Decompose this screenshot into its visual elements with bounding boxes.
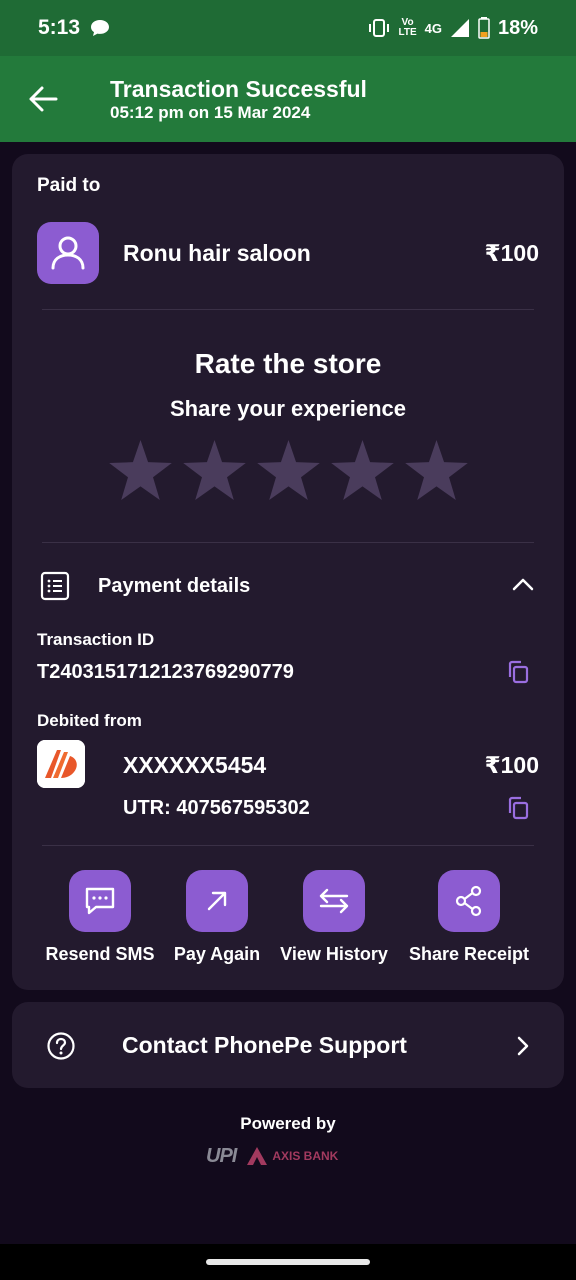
powered-by-label: Powered by — [240, 1114, 336, 1133]
home-gesture-bar[interactable] — [206, 1259, 370, 1265]
debited-from-label: Debited from — [37, 711, 142, 730]
arrow-up-right-icon — [207, 891, 227, 911]
volte-indicator: Vo LTE — [398, 18, 416, 38]
battery-icon — [478, 17, 490, 39]
volte-bottom: LTE — [398, 27, 417, 38]
rate-title: Rate the store — [194, 348, 382, 379]
bank-logo — [37, 740, 85, 788]
vibrate-icon — [369, 19, 390, 37]
divider — [42, 542, 534, 543]
star-2-icon[interactable] — [183, 440, 246, 500]
view-history-label: View History — [280, 944, 388, 964]
status-bar: 5:13 Vo LTE 4G 18% — [0, 0, 576, 56]
bank-of-baroda-logo — [37, 740, 85, 788]
contact-support-button[interactable]: Contact PhonePe Support — [12, 1002, 564, 1088]
paid-amount: ₹100 — [484, 240, 539, 266]
axis-bank-logo: AXIS BANK — [246, 1146, 338, 1166]
chevron-right-icon — [517, 1036, 529, 1056]
axis-bank-icon — [247, 1147, 268, 1165]
transaction-timestamp: 05:12 pm on 15 Mar 2024 — [110, 103, 311, 122]
view-history-button[interactable]: View History — [269, 870, 399, 965]
pay-again-icon-box[interactable] — [186, 870, 248, 932]
chat-icon — [91, 20, 110, 36]
share-receipt-icon-box[interactable] — [438, 870, 500, 932]
axis-bank-label: AXIS BANK — [272, 1149, 339, 1163]
transaction-card: Paid to Ronu hair saloon ₹100 Rate the s… — [12, 154, 564, 990]
merchant-name: Ronu hair saloon — [123, 240, 311, 266]
page-title: Transaction Successful — [110, 76, 367, 102]
share-receipt-button[interactable]: Share Receipt — [404, 870, 534, 965]
signal-icon — [450, 19, 469, 37]
rate-subtitle: Share your experience — [169, 396, 406, 421]
resend-sms-button[interactable]: Resend SMS — [35, 870, 165, 965]
star-4-icon[interactable] — [331, 440, 394, 500]
view-history-icon-box[interactable] — [303, 870, 365, 932]
copy-icon[interactable] — [507, 796, 529, 820]
payment-details-title[interactable]: Payment details — [98, 575, 250, 598]
status-right: Vo LTE 4G 18% — [368, 17, 538, 40]
divider — [42, 845, 534, 846]
message-icon — [85, 887, 115, 915]
pay-again-button[interactable]: Pay Again — [152, 870, 282, 965]
merchant-avatar — [37, 222, 99, 284]
share-receipt-label: Share Receipt — [408, 944, 530, 964]
debited-amount: ₹100 — [484, 752, 539, 778]
swap-arrows-icon — [319, 888, 349, 914]
copy-icon[interactable] — [507, 660, 529, 684]
system-nav-bar — [0, 1244, 576, 1280]
pay-again-label: Pay Again — [173, 944, 261, 964]
resend-sms-icon-box[interactable] — [69, 870, 131, 932]
utr-number: UTR: 407567595302 — [123, 797, 310, 819]
help-icon — [47, 1032, 75, 1060]
chevron-up-icon[interactable] — [512, 576, 534, 592]
user-icon — [51, 236, 85, 270]
app-header: Transaction Successful 05:12 pm on 15 Ma… — [0, 56, 576, 142]
status-time: 5:13 — [38, 16, 81, 39]
partner-logos: UPI AXIS BANK — [206, 1142, 376, 1170]
star-3-icon[interactable] — [257, 440, 320, 500]
upi-logo: UPI — [206, 1144, 237, 1167]
star-rating — [109, 440, 468, 500]
transaction-id-value: T2403151712123769290779 — [37, 661, 294, 683]
back-arrow-icon[interactable] — [26, 82, 60, 116]
battery-percent: 18% — [497, 16, 538, 39]
support-label: Contact PhonePe Support — [122, 1032, 407, 1058]
transaction-id-label: Transaction ID — [37, 630, 155, 649]
share-icon — [455, 885, 482, 917]
receipt-list-icon — [40, 571, 70, 601]
paid-to-label: Paid to — [37, 175, 101, 196]
action-row: Resend SMS Pay Again View History Share … — [12, 870, 564, 970]
divider — [42, 309, 534, 310]
status-left: 5:13 — [38, 16, 110, 40]
resend-sms-label: Resend SMS — [45, 944, 155, 964]
account-number: XXXXXX5454 — [123, 752, 267, 778]
star-5-icon[interactable] — [405, 440, 468, 500]
network-type: 4G — [424, 20, 442, 36]
star-1-icon[interactable] — [109, 440, 172, 500]
